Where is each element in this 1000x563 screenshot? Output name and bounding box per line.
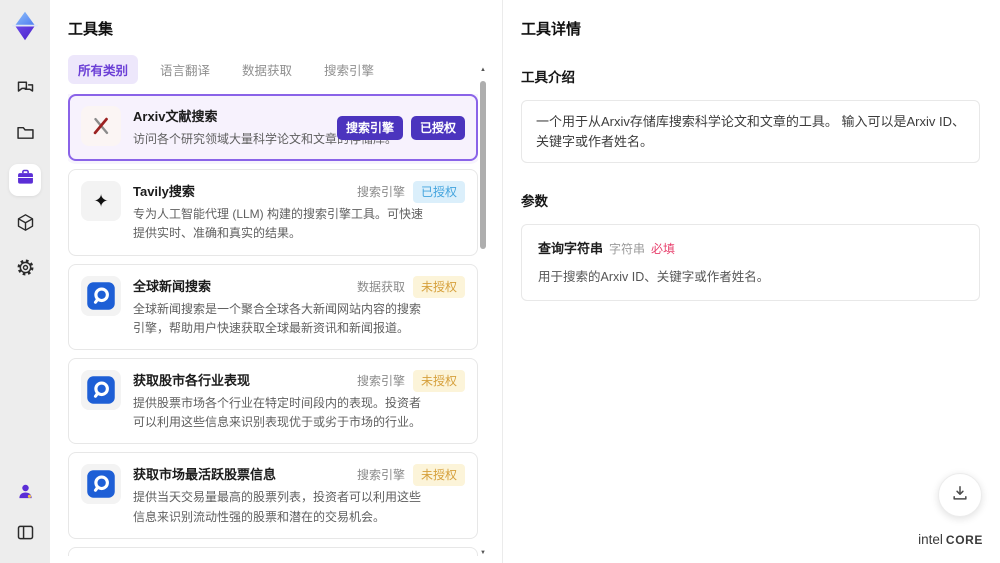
params-heading: 参数 [521,194,548,209]
category-tag: 搜索引擎 [356,373,405,388]
auth-badge: 未授权 [412,275,465,298]
tool-card-active-stocks[interactable]: 获取市场最活跃股票信息 提供当天交易量最高的股票列表，投资者可以利用这些信息来识… [68,452,478,539]
page-title: 工具集 [68,21,114,38]
scroll-down-arrow-icon[interactable]: ▼ [479,549,487,557]
tool-tags: 搜索引擎 未授权 [356,369,465,392]
sidebar-item-files[interactable] [9,119,41,151]
download-button[interactable] [938,473,982,517]
scrollbar-thumb[interactable] [480,81,486,249]
briefcase-icon [15,167,36,193]
tool-details-pane: 工具详情 工具介绍 一个用于从Arxiv存储库搜索科学论文和文章的工具。 输入可… [503,0,1000,563]
tool-description: 提供股票市场各个行业在特定时间段内的表现。投资者可以利用这些信息来识别表现优于或… [133,395,422,430]
tool-card-stock-sectors[interactable]: 获取股市各行业表现 提供股票市场各个行业在特定时间段内的表现。投资者可以利用这些… [68,357,478,445]
list-scrollbar[interactable]: ▲ ▼ [479,66,487,557]
download-icon [950,483,970,508]
category-tag: 搜索引擎 [356,468,405,483]
tool-description: 提供当天交易量最高的股票列表，投资者可以利用这些信息来识别流动性强的股票和潜在的… [133,490,422,524]
tool-card-regional-news[interactable]: 万维地区新闻查询 查询具体行政区划内的新闻，快速了解各地新闻动 搜索引擎 未授权 [68,546,478,556]
sidebar-item-settings[interactable] [9,254,41,286]
search-tile-icon [81,369,121,410]
tool-card-global-news[interactable]: 全球新闻搜索 全球新闻搜索是一个聚合全球各大新闻网站内容的搜索引擎，帮助用户快速… [68,263,478,350]
param-box: 查询字符串 字符串 必填 用于搜索的Arxiv ID、关键字或作者姓名。 [521,224,980,301]
param-description: 用于搜索的Arxiv ID、关键字或作者姓名。 [538,270,770,284]
auth-badge: 未授权 [412,464,465,487]
tool-description: 全球新闻搜索是一个聚合全球各大新闻网站内容的搜索引擎，帮助用户快速获取全球最新资… [133,301,422,335]
tool-list: Arxiv文献搜索 访问各个研究领域大量科学论文和文章的存储库。 搜索引擎 已授… [68,94,478,556]
tool-card-tavily[interactable]: ✦ Tavily搜索 专为人工智能代理 (LLM) 构建的搜索引擎工具。可快速提… [68,169,478,256]
tool-tags: 搜索引擎 已授权 [356,181,465,204]
chat-icon [15,77,36,103]
param-type: 字符串 [609,242,646,256]
sidebar [0,0,50,563]
category-tag: 搜索引擎 [336,115,403,140]
arxiv-icon [81,106,121,146]
sidebar-item-tools[interactable] [9,164,41,196]
brand-intel-text: intel [918,532,943,547]
app-logo-icon [7,8,43,44]
category-tag: 数据获取 [356,279,405,294]
sidebar-item-panel-toggle[interactable] [9,519,41,551]
sidebar-item-packages[interactable] [9,209,41,241]
category-tabs: 所有类别 语言翻译 数据获取 搜索引擎 [68,55,502,84]
gear-icon [15,257,36,283]
tab-search-engine[interactable]: 搜索引擎 [314,55,384,84]
param-required-badge: 必填 [651,242,676,256]
scroll-up-arrow-icon[interactable]: ▲ [479,66,487,74]
tab-language-translation[interactable]: 语言翻译 [150,55,220,84]
details-title: 工具详情 [521,21,582,38]
sidebar-bottom [9,478,41,551]
intro-box: 一个用于从Arxiv存储库搜索科学论文和文章的工具。 输入可以是Arxiv ID… [521,100,980,163]
app-window: 工具集 所有类别 语言翻译 数据获取 搜索引擎 Arxiv文献搜索 访问各个研究… [0,0,1000,563]
tool-card-arxiv[interactable]: Arxiv文献搜索 访问各个研究领域大量科学论文和文章的存储库。 搜索引擎 已授… [68,94,478,162]
sidebar-item-account[interactable] [9,478,41,510]
intro-heading: 工具介绍 [521,70,575,85]
auth-badge: 未授权 [412,369,465,392]
tab-all-categories[interactable]: 所有类别 [68,55,139,84]
tool-tags: 搜索引擎 已授权 [336,115,465,140]
toolset-pane: 工具集 所有类别 语言翻译 数据获取 搜索引擎 Arxiv文献搜索 访问各个研究… [50,0,503,563]
intel-core-logo: intel CORE [918,532,983,547]
category-tag: 搜索引擎 [356,185,405,200]
auth-badge: 已授权 [412,181,465,204]
sidebar-item-chat[interactable] [9,74,41,106]
user-icon [15,481,36,507]
sparkle-icon: ✦ [81,181,121,222]
param-header: 查询字符串 字符串 必填 [538,238,963,257]
search-tile-icon [81,464,121,505]
folder-icon [15,122,36,148]
tool-description: 专为人工智能代理 (LLM) 构建的搜索引擎工具。可快速提供实时、准确和真实的结… [133,207,424,241]
brand-core-text: CORE [945,533,983,547]
tool-tags: 数据获取 未授权 [356,275,465,298]
panel-toggle-icon [15,522,36,548]
auth-badge: 已授权 [410,115,465,140]
tool-tags: 搜索引擎 未授权 [356,464,465,487]
tab-data-acquisition[interactable]: 数据获取 [232,55,302,84]
search-tile-icon [81,275,121,316]
package-icon [15,212,36,238]
sidebar-nav [9,74,41,286]
param-name: 查询字符串 [538,241,604,256]
